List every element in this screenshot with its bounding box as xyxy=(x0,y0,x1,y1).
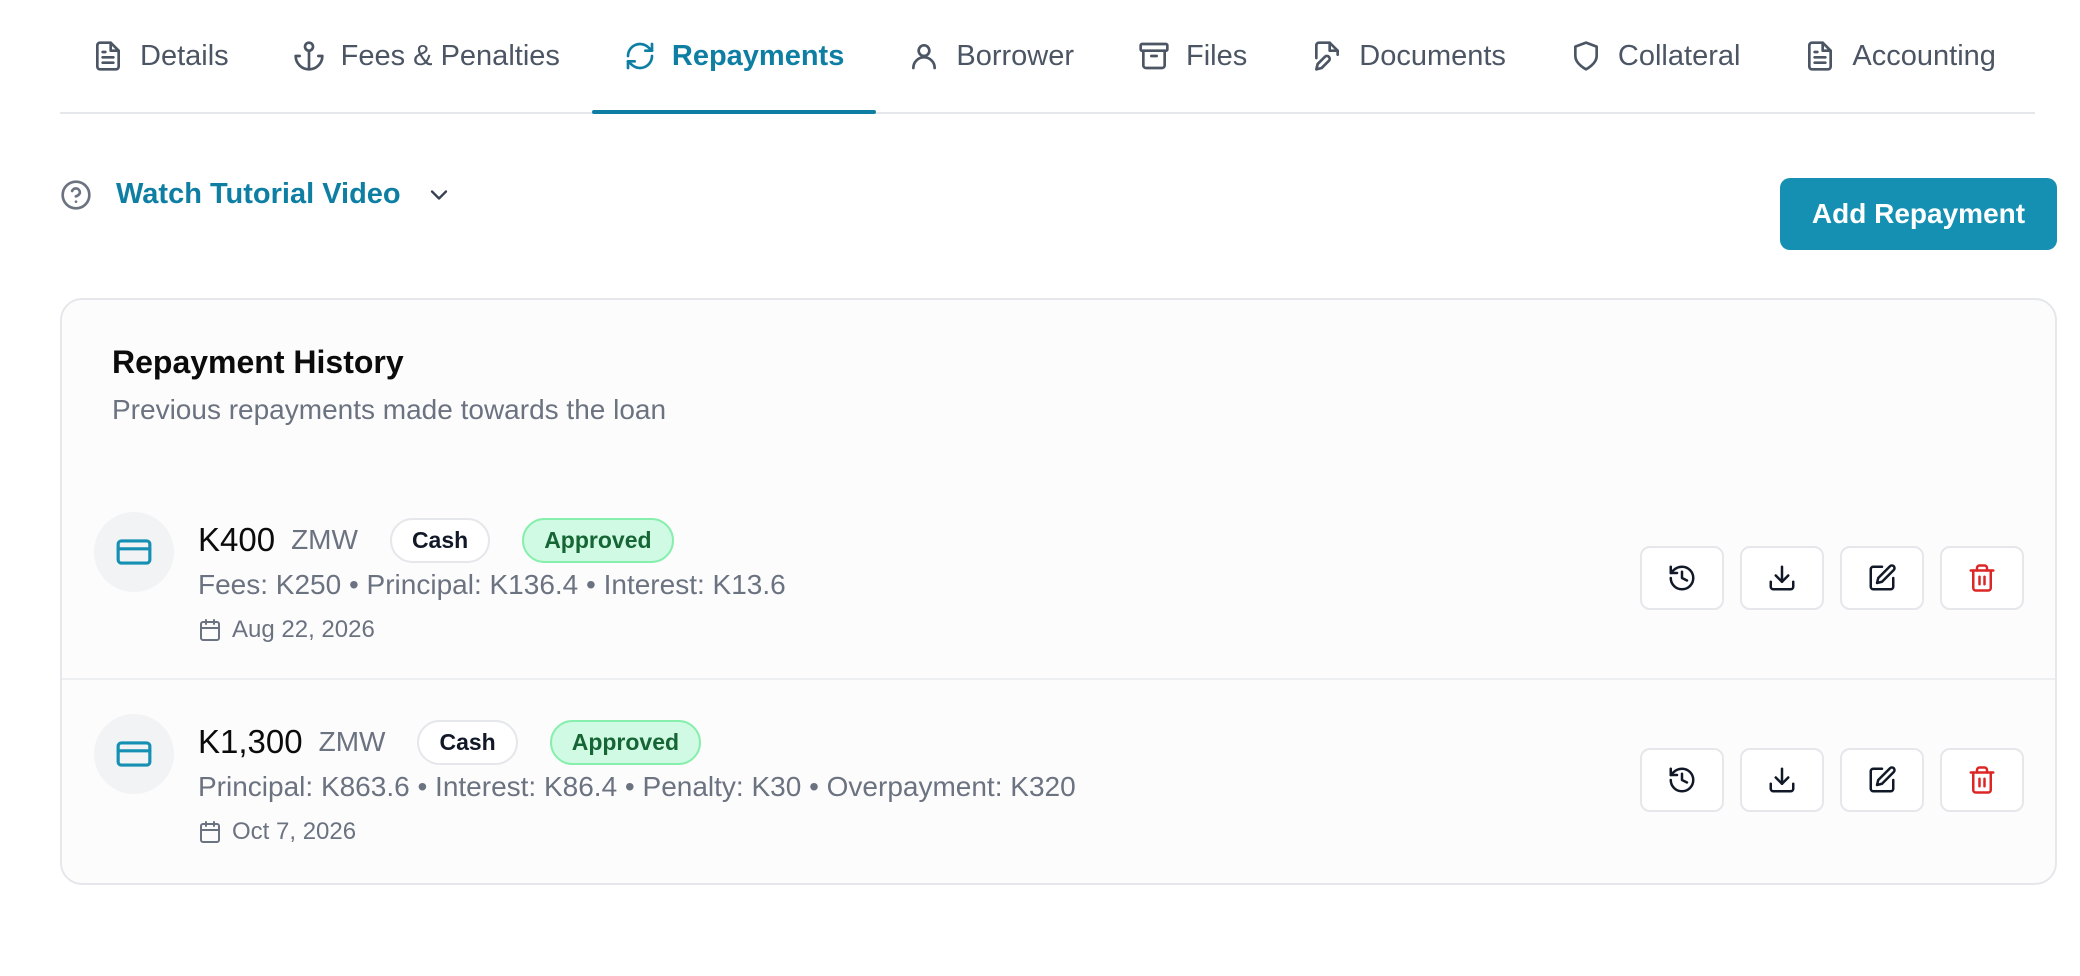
repayment-date-text: Aug 22, 2026 xyxy=(232,616,375,643)
list-item: K400 ZMW Cash Approved Fees: K250 • Prin… xyxy=(62,480,2055,680)
edit-icon xyxy=(1869,564,1896,591)
credit-card-icon xyxy=(94,512,174,592)
tab-documents[interactable]: Documents xyxy=(1279,0,1538,112)
repayment-date-text: Oct 7, 2026 xyxy=(232,818,357,845)
repayment-currency: ZMW xyxy=(318,726,386,757)
card-subtitle: Previous repayments made towards the loa… xyxy=(112,394,667,425)
file-edit-icon xyxy=(1315,41,1340,71)
status-badge: Approved xyxy=(522,517,674,563)
payment-method-badge: Cash xyxy=(417,719,518,765)
help-circle-icon xyxy=(61,179,91,210)
download-icon xyxy=(1769,565,1795,591)
history-icon xyxy=(1669,565,1695,591)
repayment-date: Aug 22, 2026 xyxy=(198,616,375,644)
repayment-header: K400 ZMW Cash Approved xyxy=(198,516,674,564)
history-button[interactable] xyxy=(1640,748,1724,812)
repayment-amount: K400 xyxy=(198,521,276,558)
download-button[interactable] xyxy=(1740,748,1824,812)
add-repayment-button[interactable]: Add Repayment xyxy=(1780,178,2057,250)
file-text-icon xyxy=(1808,41,1833,71)
refresh-icon xyxy=(626,42,654,70)
payment-method-badge: Cash xyxy=(389,517,491,563)
card-title: Repayment History xyxy=(112,344,404,380)
tab-files[interactable]: Files xyxy=(1106,0,1279,112)
tab-collateral[interactable]: Collateral xyxy=(1538,0,1773,112)
tab-label: Borrower xyxy=(956,39,1075,72)
calendar-icon xyxy=(200,619,220,641)
download-icon xyxy=(1769,767,1795,793)
tab-label: Repayments xyxy=(671,39,845,72)
anchor-icon xyxy=(293,41,324,71)
edit-icon xyxy=(1869,766,1896,793)
history-icon xyxy=(1669,767,1695,793)
tab-details[interactable]: Details xyxy=(60,0,261,112)
tab-label: Details xyxy=(140,39,229,72)
edit-button[interactable] xyxy=(1840,546,1924,610)
tab-label: Files xyxy=(1186,39,1248,72)
watch-tutorial-label: Watch Tutorial Video xyxy=(116,178,401,210)
file-text-icon xyxy=(96,41,120,71)
tab-label: Fees & Penalties xyxy=(340,39,560,72)
tab-borrower[interactable]: Borrower xyxy=(876,0,1106,112)
repayment-amount: K1,300 xyxy=(198,723,303,760)
tab-fees-penalties[interactable]: Fees & Penalties xyxy=(261,0,592,112)
watch-tutorial-toggle[interactable]: Watch Tutorial Video xyxy=(60,178,453,211)
row-actions xyxy=(1640,748,2024,812)
archive-icon xyxy=(1139,42,1169,70)
delete-button[interactable] xyxy=(1940,546,2024,610)
trash-icon xyxy=(1969,766,1995,794)
repayment-header: K1,300 ZMW Cash Approved xyxy=(198,718,702,766)
calendar-icon xyxy=(200,821,220,843)
tab-label: Accounting xyxy=(1852,39,1996,72)
tab-repayments[interactable]: Repayments xyxy=(591,0,877,114)
repayment-history-card: Repayment History Previous repayments ma… xyxy=(60,298,2057,885)
chevron-down-icon xyxy=(430,189,447,200)
download-button[interactable] xyxy=(1740,546,1824,610)
trash-icon xyxy=(1969,564,1995,592)
repayment-currency: ZMW xyxy=(291,524,358,555)
delete-button[interactable] xyxy=(1940,748,2024,812)
history-button[interactable] xyxy=(1640,546,1724,610)
repayment-breakdown: Principal: K863.6 • Interest: K86.4 • Pe… xyxy=(198,771,1076,802)
tab-label: Collateral xyxy=(1617,39,1741,72)
tab-accounting[interactable]: Accounting xyxy=(1772,0,2028,112)
credit-card-icon xyxy=(94,714,174,794)
list-item: K1,300 ZMW Cash Approved Principal: K863… xyxy=(62,682,2055,882)
repayment-date: Oct 7, 2026 xyxy=(198,818,356,846)
status-badge: Approved xyxy=(549,719,702,765)
row-actions xyxy=(1640,546,2024,610)
repayment-breakdown: Fees: K250 • Principal: K136.4 • Interes… xyxy=(198,569,786,600)
user-icon xyxy=(912,44,937,70)
tab-bar: Details Fees & Penalties Repayments Borr… xyxy=(60,0,2035,114)
shield-icon xyxy=(1573,41,1598,71)
tab-label: Documents xyxy=(1359,39,1506,72)
edit-button[interactable] xyxy=(1840,748,1924,812)
